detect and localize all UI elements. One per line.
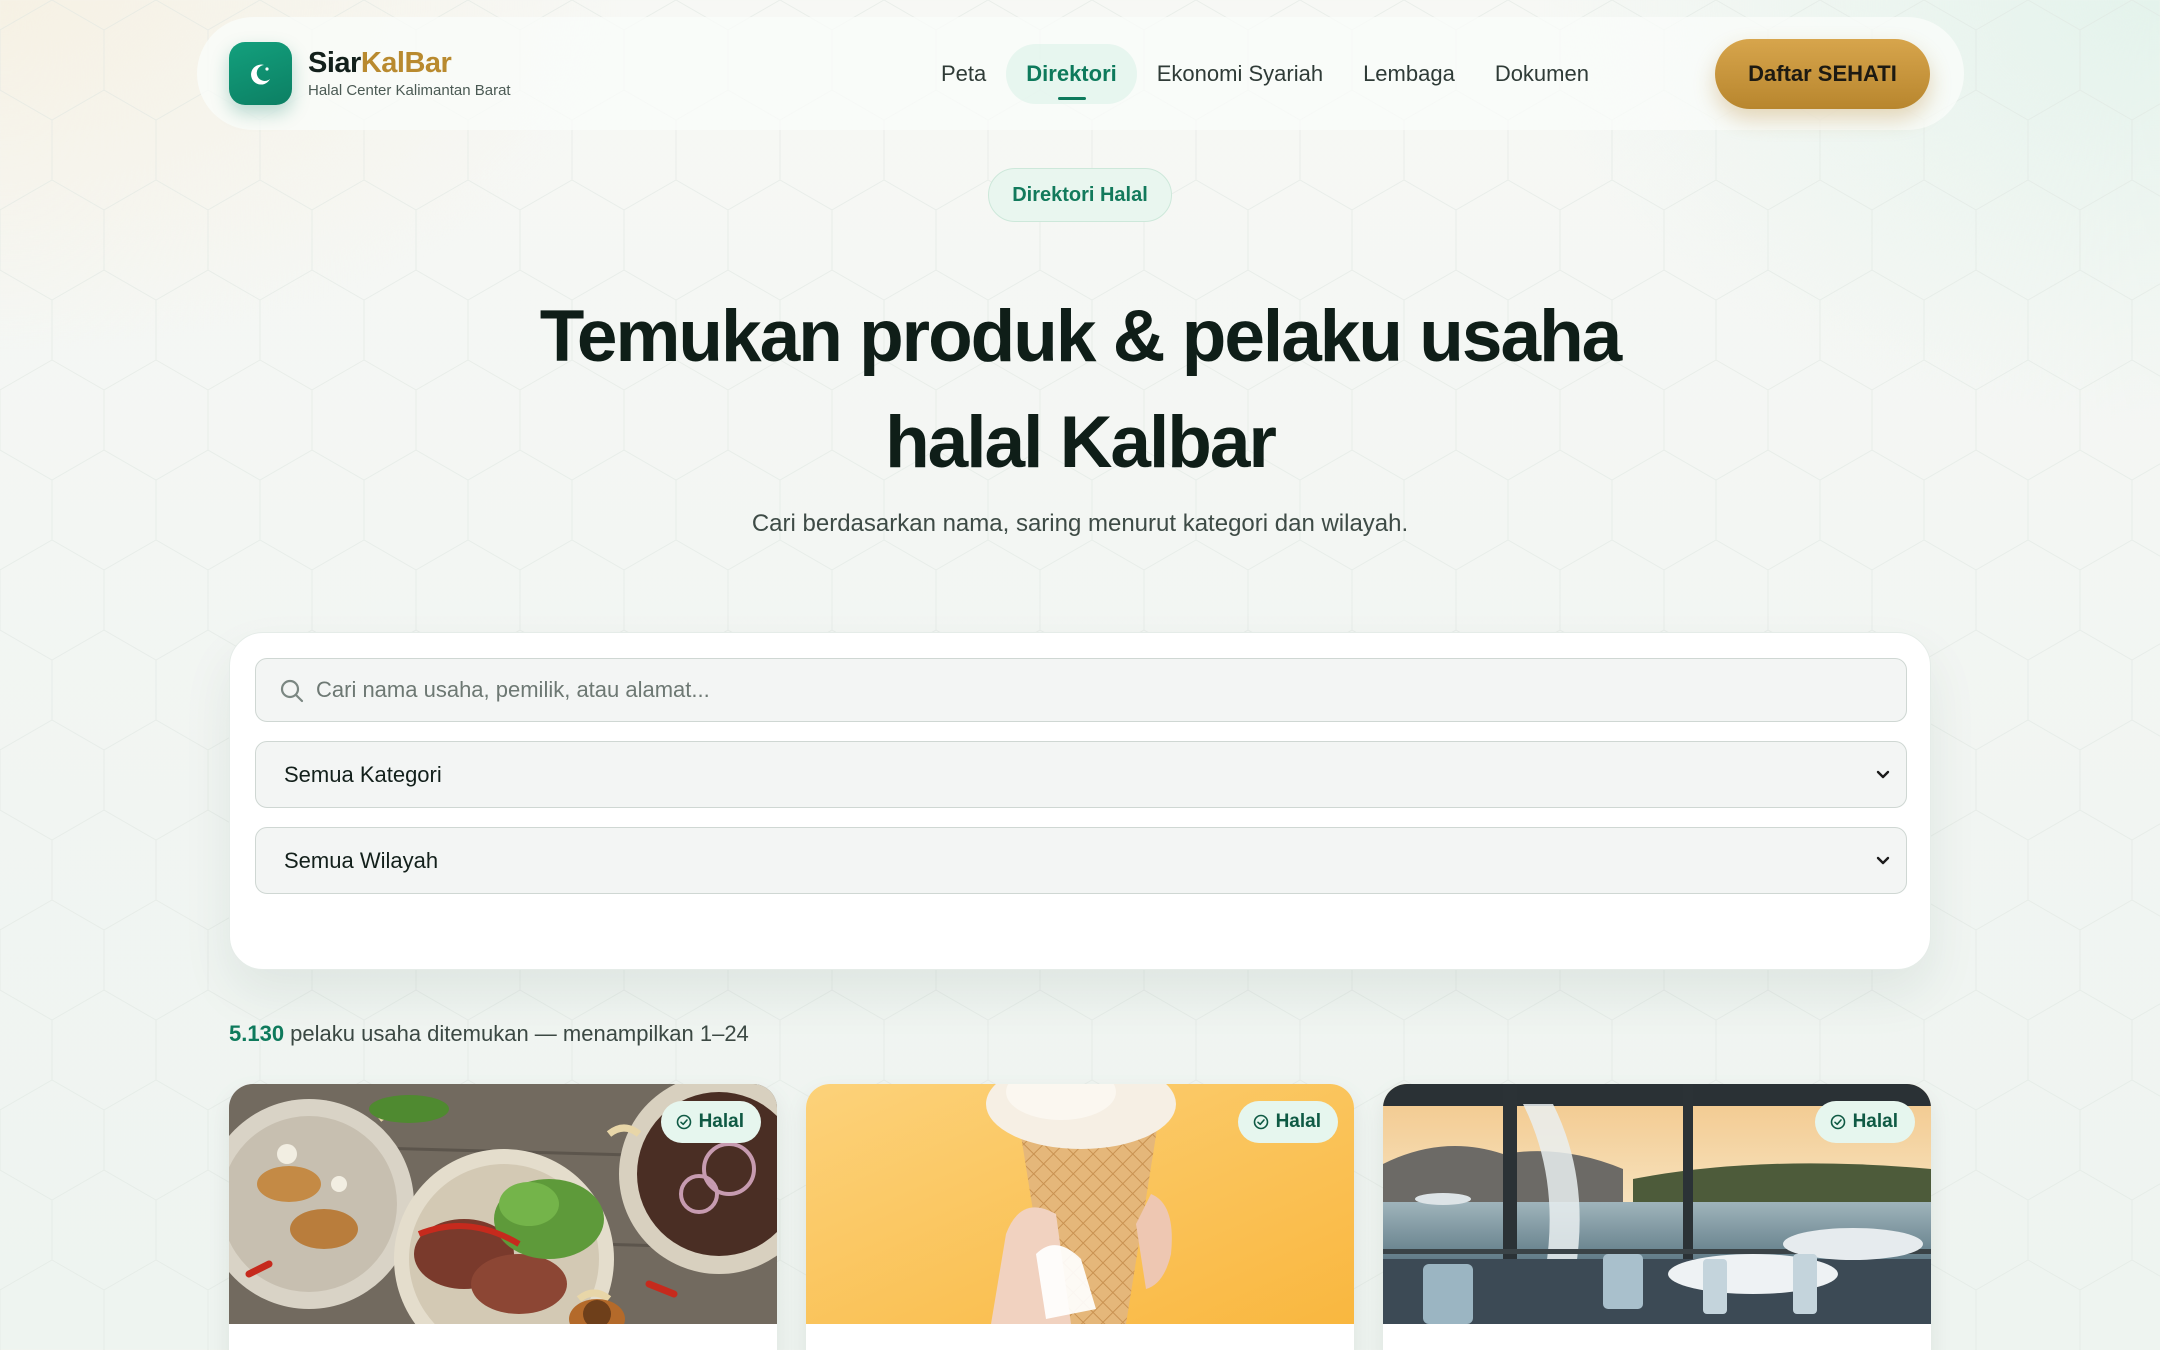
region-select-value: Semua Wilayah: [284, 847, 439, 873]
business-card[interactable]: Halal: [229, 1084, 777, 1350]
result-count-text: pelaku usaha ditemukan — menampilkan 1–2…: [284, 1021, 749, 1046]
section-pill: Direktori Halal: [988, 168, 1172, 222]
check-circle-icon: [1253, 1114, 1268, 1130]
main-menu: Peta Direktori Ekonomi Syariah Lembaga D…: [921, 17, 1609, 130]
check-circle-icon: [676, 1114, 691, 1130]
nav-item-peta[interactable]: Peta: [921, 44, 1006, 104]
brand-subtitle: Halal Center Kalimantan Barat: [308, 82, 511, 99]
halal-badge-label: Halal: [698, 1111, 744, 1132]
category-select[interactable]: Semua Kategori: [255, 741, 1907, 808]
nav-item-lembaga[interactable]: Lembaga: [1343, 44, 1475, 104]
chevron-down-icon: [1876, 856, 1890, 865]
crescent-moon-icon: [250, 64, 270, 85]
result-count: 5.130 pelaku usaha ditemukan — menampilk…: [229, 1021, 749, 1047]
brand-name-part1: Siar: [308, 47, 361, 79]
category-select-value: Semua Kategori: [284, 761, 442, 787]
nav-item-dokumen[interactable]: Dokumen: [1475, 44, 1609, 104]
search-box[interactable]: [255, 658, 1907, 722]
halal-badge: Halal: [1814, 1101, 1915, 1143]
halal-badge: Halal: [1237, 1101, 1338, 1143]
chevron-down-icon: [1876, 770, 1890, 779]
filter-panel: Semua Kategori Semua Wilayah: [229, 632, 1931, 970]
brand[interactable]: SiarKalBar Halal Center Kalimantan Barat: [308, 49, 511, 100]
halal-badge-label: Halal: [1852, 1111, 1898, 1132]
nav-item-ekonomi-syariah[interactable]: Ekonomi Syariah: [1137, 44, 1343, 104]
page-subtitle: Cari berdasarkan nama, saring menurut ka…: [751, 510, 1409, 537]
page-title: Temukan produk & pelaku usaha halal Kalb…: [380, 284, 1780, 496]
brand-name-part2: KalBar: [360, 47, 452, 79]
halal-badge-label: Halal: [1275, 1111, 1321, 1132]
brand-name: SiarKalBar: [308, 49, 511, 78]
nav-item-direktori[interactable]: Direktori: [1006, 43, 1137, 104]
top-navbar: SiarKalBar Halal Center Kalimantan Barat…: [197, 17, 1964, 130]
search-icon: [280, 679, 304, 703]
check-circle-icon: [1830, 1114, 1845, 1130]
result-count-number: 5.130: [229, 1021, 285, 1046]
region-select[interactable]: Semua Wilayah: [255, 827, 1907, 894]
page-title-line2: halal Kalbar: [885, 402, 1277, 483]
page-title-line1: Temukan produk & pelaku usaha: [539, 296, 1623, 377]
business-card[interactable]: Halal: [1383, 1084, 1931, 1350]
business-card[interactable]: Halal: [806, 1084, 1354, 1350]
logo-badge[interactable]: [229, 42, 292, 105]
halal-badge: Halal: [660, 1101, 761, 1143]
daftar-sehati-button[interactable]: Daftar SEHATI: [1715, 39, 1930, 109]
search-input[interactable]: [316, 659, 1876, 721]
